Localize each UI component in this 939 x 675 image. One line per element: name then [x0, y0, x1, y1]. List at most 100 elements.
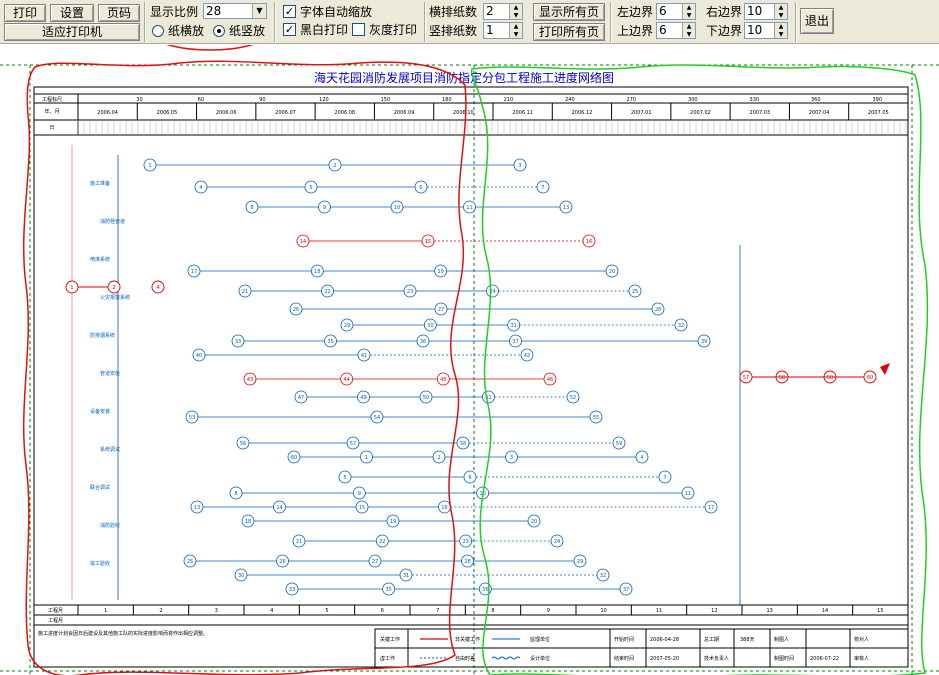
month-label: 2007.01	[631, 110, 652, 116]
month-label: 2006.06	[216, 110, 237, 116]
event-node-label: 41	[361, 353, 367, 359]
activity-label: 火灾报警系统	[100, 294, 130, 301]
legend-free-float: 自由时差	[455, 655, 475, 662]
month-label: 2006.11	[512, 110, 533, 116]
event-node-label: 29	[577, 559, 583, 565]
v-pages-spinner[interactable]: 1 ▲ ▼	[483, 22, 523, 39]
legend-designer: 设计单位	[530, 655, 550, 662]
event-node-label: 2	[437, 455, 440, 461]
event-node-label: 26	[293, 307, 299, 313]
auto-font-checkbox[interactable]: ✓	[283, 5, 296, 18]
left-margin-value: 6	[659, 4, 667, 18]
event-node-label: 40	[196, 353, 202, 359]
event-node-label: 56	[240, 441, 246, 447]
event-node-label: 14	[276, 505, 282, 511]
event-node-label: 22	[324, 289, 330, 295]
chevron-down-icon[interactable]: ▼	[252, 4, 266, 18]
event-node-label: 37	[512, 339, 518, 345]
bottom-row-label-2: 工程月	[48, 617, 63, 624]
activity-label: 竣工验收	[90, 560, 110, 567]
h-pages-spinner[interactable]: 2 ▲ ▼	[483, 3, 523, 20]
network-schedule-chart: 海天花园消防发展项目消防指定分包工程施工进度网络图 工程标尺 年、月 日 30 6…	[0, 45, 939, 675]
event-node-label: 9	[358, 491, 361, 497]
spinner-arrows-icon[interactable]: ▲ ▼	[682, 23, 695, 38]
print-all-pages-button[interactable]: 打印所有页	[533, 23, 605, 41]
scale-tick-label: 90	[259, 97, 265, 103]
spinner-arrows-icon[interactable]: ▲ ▼	[509, 23, 522, 38]
print-button[interactable]: 打印	[4, 4, 46, 22]
event-node-label: 9	[323, 205, 326, 211]
event-node-label: 30	[238, 573, 244, 579]
auto-font-label: 字体自动缩放	[300, 5, 373, 19]
event-node-label: 7	[541, 185, 544, 191]
legend-reviewer-label: 审核人	[854, 655, 869, 662]
activity-label: 消防栓管道	[100, 218, 125, 225]
event-node-label: 23	[407, 289, 413, 295]
legend-virtual: 虚工作	[380, 655, 395, 662]
show-all-pages-button[interactable]: 显示所有页	[533, 3, 605, 21]
fit-printer-button[interactable]: 适应打印机	[4, 23, 140, 41]
event-node-label: 5	[343, 475, 346, 481]
event-node-label: 2	[333, 163, 336, 169]
chart-footnote: 施工进度计划会因日后建设及其他施工队的实际进度影响而将作出相应调整。	[38, 630, 208, 637]
month-label: 2007.02	[690, 110, 711, 116]
event-node-label: 30	[427, 323, 433, 329]
landscape-radio[interactable]	[152, 25, 164, 37]
event-node-label: 20	[531, 519, 537, 525]
toolbar-separator	[144, 2, 146, 42]
scale-select[interactable]: 28 ▼	[203, 3, 267, 19]
event-node-label: 50	[423, 395, 429, 401]
settings-button[interactable]: 设置	[50, 4, 94, 22]
grayscale-checkbox[interactable]	[352, 23, 365, 36]
bw-print-checkbox[interactable]: ✓	[283, 23, 296, 36]
row-label-month: 年、月	[44, 108, 59, 115]
event-node-label: 21	[296, 539, 302, 545]
event-node-label: 28	[464, 559, 470, 565]
scale-label: 显示比例	[150, 5, 199, 19]
legend-end-label: 结束时间	[614, 655, 634, 662]
event-node-label: 59	[616, 441, 622, 447]
event-node-label: 16	[586, 239, 592, 245]
bottom-month-label: 3	[215, 608, 218, 614]
top-margin-spinner[interactable]: 6 ▲ ▼	[656, 22, 696, 39]
event-node-label: 11	[466, 205, 472, 211]
event-node-label: 18	[314, 269, 320, 275]
legend-owner: 监理单位	[530, 636, 550, 643]
legend-start-value: 2006-04-28	[650, 637, 679, 643]
legend-preparer-label: 制图人	[774, 636, 789, 643]
event-node-label: 3	[518, 163, 521, 169]
activity-label: 防排烟系统	[90, 332, 115, 339]
critical-event-label: 57	[743, 375, 749, 381]
event-node-label: 57	[350, 441, 356, 447]
event-node-label: 33	[235, 339, 241, 345]
bottom-month-label: 8	[491, 608, 494, 614]
event-node-label: 27	[438, 307, 444, 313]
left-margin-spinner[interactable]: 6 ▲ ▼	[656, 3, 696, 20]
row-label-scale: 工程标尺	[42, 96, 62, 103]
month-label: 2006.07	[275, 110, 296, 116]
page-number-button[interactable]: 页码	[98, 4, 140, 22]
spinner-arrows-icon[interactable]: ▲ ▼	[774, 4, 787, 19]
bottom-month-label: 10	[600, 608, 606, 614]
event-node-label: 1	[148, 163, 151, 169]
spinner-arrows-icon[interactable]: ▲ ▼	[509, 4, 522, 19]
spinner-arrows-icon[interactable]: ▲ ▼	[774, 23, 787, 38]
spinner-arrows-icon[interactable]: ▲ ▼	[682, 4, 695, 19]
month-label: 2007.04	[809, 110, 830, 116]
activity-label: 设备安装	[90, 408, 110, 415]
right-margin-spinner[interactable]: 10 ▲ ▼	[744, 3, 788, 20]
toolbar-separator	[274, 2, 276, 42]
legend-critical: 关键工作	[380, 636, 400, 643]
portrait-radio[interactable]	[213, 25, 225, 37]
event-node-label: 10	[394, 205, 400, 211]
event-node-label: 26	[279, 559, 285, 565]
exit-button[interactable]: 退出	[800, 8, 834, 34]
bottom-margin-spinner[interactable]: 10 ▲ ▼	[744, 22, 788, 39]
legend-end-value: 2007-05-20	[650, 656, 679, 662]
landscape-label: 纸横放	[168, 24, 205, 38]
toolbar-separator	[424, 2, 426, 42]
scale-tick-label: 150	[381, 97, 391, 103]
top-margin-label: 上边界	[617, 24, 654, 38]
event-node-label: 55	[593, 415, 599, 421]
scale-tick-label: 360	[811, 97, 821, 103]
